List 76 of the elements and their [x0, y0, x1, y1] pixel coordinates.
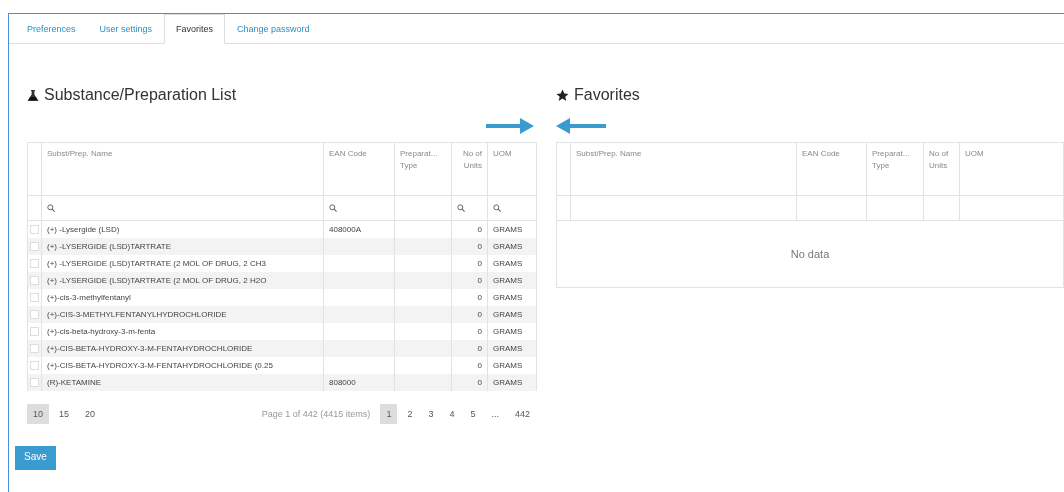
- filter-field[interactable]: [394, 195, 452, 221]
- table-cell: 0: [451, 272, 488, 289]
- page-link[interactable]: 4: [443, 404, 461, 424]
- flask-icon: [27, 88, 39, 102]
- table-cell: (+) -LYSERGIDE (LSD)TARTRATE: [41, 238, 324, 255]
- header-cell: [556, 142, 571, 196]
- column-header[interactable]: Subst/Prep. Name: [41, 142, 324, 196]
- checkbox[interactable]: [30, 225, 39, 234]
- checkbox[interactable]: [30, 242, 39, 251]
- table-cell: GRAMS: [487, 306, 537, 323]
- table-cell: 0: [451, 374, 488, 391]
- page-link[interactable]: 2: [401, 404, 419, 424]
- filter-field[interactable]: [487, 195, 537, 221]
- arrow-left-icon: [556, 116, 606, 136]
- panel-title: Favorites: [574, 86, 640, 104]
- filter-field[interactable]: [923, 195, 960, 221]
- page-link[interactable]: 1: [380, 404, 398, 424]
- checkbox[interactable]: [30, 259, 39, 268]
- page-link[interactable]: 5: [464, 404, 482, 424]
- table-cell: (R)-KETAMINE: [41, 374, 324, 391]
- filter-field[interactable]: [570, 195, 797, 221]
- column-header[interactable]: Preparat... Type: [394, 142, 452, 196]
- table-cell: GRAMS: [487, 374, 537, 391]
- table-cell: 0: [451, 340, 488, 357]
- table-cell: 0: [451, 238, 488, 255]
- column-header[interactable]: EAN Code: [796, 142, 867, 196]
- checkbox[interactable]: [30, 344, 39, 353]
- search-icon: [329, 204, 337, 212]
- search-icon: [457, 204, 465, 212]
- column-header[interactable]: UOM: [959, 142, 1064, 196]
- checkbox[interactable]: [30, 310, 39, 319]
- page-size-option[interactable]: 15: [53, 404, 76, 424]
- checkbox[interactable]: [30, 361, 39, 370]
- checkbox[interactable]: [30, 293, 39, 302]
- column-header[interactable]: No of Units: [923, 142, 960, 196]
- table-cell: 808000: [323, 374, 395, 391]
- checkbox[interactable]: [30, 327, 39, 336]
- checkbox[interactable]: [30, 276, 39, 285]
- page-link[interactable]: ...: [485, 404, 505, 424]
- page-link[interactable]: 442: [508, 404, 536, 424]
- filter-field[interactable]: [323, 195, 395, 221]
- tab[interactable]: User settings: [87, 14, 165, 44]
- arrow-right-icon: [486, 116, 534, 136]
- column-header[interactable]: Subst/Prep. Name: [570, 142, 797, 196]
- page-link[interactable]: 3: [422, 404, 440, 424]
- star-icon: [556, 88, 569, 102]
- filter-field[interactable]: [959, 195, 1064, 221]
- tab[interactable]: Change password: [225, 14, 322, 44]
- column-header[interactable]: Preparat... Type: [866, 142, 924, 196]
- save-button[interactable]: Save: [15, 446, 56, 470]
- header-cell: [27, 142, 42, 196]
- column-header[interactable]: UOM: [487, 142, 537, 196]
- table-cell: (+)-CIS-3-METHYLFENTANYLHYDROCHLORIDE: [41, 306, 324, 323]
- table-cell: (+) -LYSERGIDE (LSD)TARTRATE (2 MOL OF DRUG, 2 H2O: [41, 272, 324, 289]
- empty-message: No data: [556, 220, 1064, 288]
- page-size-option[interactable]: 20: [79, 404, 102, 424]
- tab[interactable]: Preferences: [15, 14, 88, 44]
- filter-field[interactable]: [451, 195, 488, 221]
- table-cell: (+)-CIS-BETA-HYDROXY-3-M-FENTAHYDROCHLORIDE: [41, 340, 324, 357]
- search-icon: [493, 204, 501, 212]
- search-icon: [47, 204, 55, 212]
- tab[interactable]: Favorites: [164, 14, 226, 44]
- column-header[interactable]: EAN Code: [323, 142, 395, 196]
- filter-field[interactable]: [866, 195, 924, 221]
- filter-field[interactable]: [41, 195, 324, 221]
- page-info: Page 1 of 442 (4415 items): [261, 409, 371, 419]
- table-cell: GRAMS: [487, 238, 537, 255]
- filter-field[interactable]: [796, 195, 867, 221]
- filter-cell: [556, 195, 571, 221]
- page-size-option[interactable]: 10: [27, 404, 49, 424]
- table-cell: GRAMS: [487, 340, 537, 357]
- table-cell: GRAMS: [487, 272, 537, 289]
- checkbox[interactable]: [30, 378, 39, 387]
- table-cell: 0: [451, 306, 488, 323]
- panel-title: Substance/Preparation List: [44, 86, 237, 104]
- column-header[interactable]: No of Units: [451, 142, 488, 196]
